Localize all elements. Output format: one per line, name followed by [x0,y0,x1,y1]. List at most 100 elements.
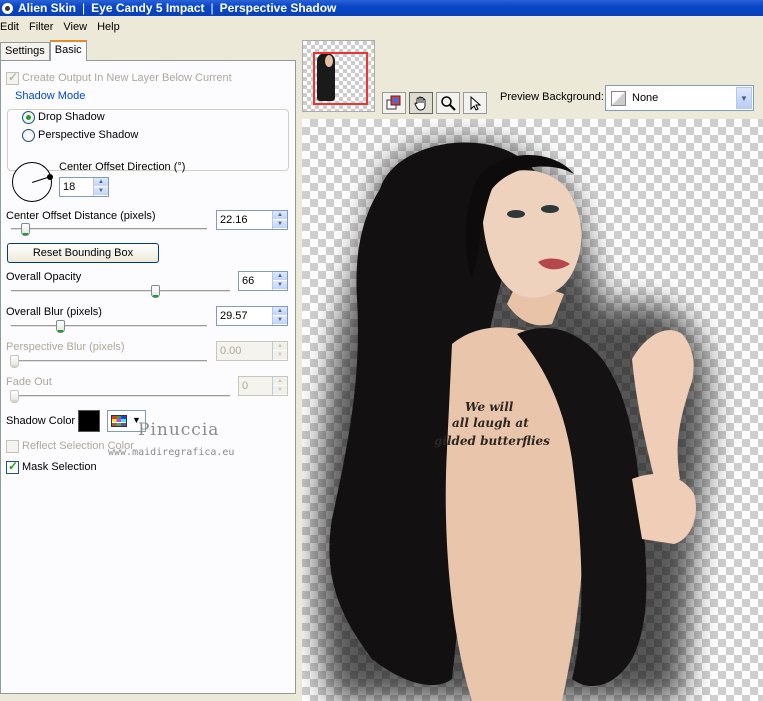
settings-panel: Settings Basic Create Output In New Laye… [0,40,296,694]
overall-blur-label: Overall Blur (pixels) [6,306,102,318]
perspective-blur-thumb[interactable] [10,355,19,368]
alien-skin-logo-icon [2,2,13,14]
spin-down-icon[interactable]: ▼ [273,351,287,360]
overall-blur-track[interactable] [11,325,207,328]
toggle-preview-button[interactable] [382,92,406,114]
navigator-view-rect[interactable] [313,52,368,105]
reset-bounding-box-button[interactable]: Reset Bounding Box [7,243,159,263]
right-eye [541,205,559,213]
perspective-blur-spinner[interactable]: 0.00 ▲ ▼ [216,341,288,361]
spin-down-icon[interactable]: ▼ [273,386,287,395]
spin-down-icon[interactable]: ▼ [273,220,287,229]
overall-opacity-track[interactable] [11,290,230,293]
spinner-value[interactable]: 66 [239,272,272,290]
spinner-buttons[interactable]: ▲ ▼ [93,178,108,196]
spinner-buttons[interactable]: ▲ ▼ [272,377,287,395]
spin-up-icon[interactable]: ▲ [273,307,287,316]
preview-image: We will all laugh at gilded butterflies [316,142,709,701]
direction-dial[interactable] [12,162,53,202]
fade-out-label: Fade Out [6,376,52,388]
drop-shadow-radio[interactable] [22,111,35,124]
preview-background-label: Preview Background: [500,91,604,103]
zoom-tool-button[interactable] [436,92,460,114]
dial-knob[interactable] [47,174,53,180]
perspective-shadow-radio[interactable] [22,129,35,142]
mask-selection-label: Mask Selection [22,461,97,473]
overall-opacity-thumb[interactable] [151,285,160,298]
mask-selection-checkbox[interactable] [6,459,19,474]
menu-bar: Edit Filter View Help [0,17,763,36]
drop-shadow-label: Drop Shadow [38,111,105,123]
center-offset-distance-thumb[interactable] [21,223,30,236]
magnifier-icon [441,96,456,111]
reflect-selection-checkbox[interactable] [6,440,19,453]
title-app: Alien Skin [18,1,77,15]
menu-view[interactable]: View [63,21,97,33]
perspective-blur-track[interactable] [11,360,207,363]
overall-opacity-spinner[interactable]: 66 ▲ ▼ [238,271,288,291]
center-offset-distance-label: Center Offset Distance (pixels) [6,210,156,222]
title-separator: | [210,1,214,15]
shadow-mode-legend: Shadow Mode [13,90,88,102]
palette-icon [111,415,127,427]
fade-out-thumb[interactable] [10,390,19,403]
spin-up-icon[interactable]: ▲ [273,211,287,220]
arrow-pointer-icon [470,95,482,111]
overall-blur-spinner[interactable]: 29.57 ▲ ▼ [216,306,288,326]
center-offset-direction-spinner[interactable]: 18 ▲ ▼ [59,177,109,197]
spinner-value[interactable]: 0 [239,377,272,395]
menu-help[interactable]: Help [97,21,130,33]
watermark-name: Pinuccia [138,420,220,440]
left-eye [507,210,525,218]
tattoo-line-1: We will [465,400,514,414]
watermark-site: www.maidiregrafica.eu [108,447,235,458]
tab-basic[interactable]: Basic [49,40,87,61]
overall-opacity-label: Overall Opacity [6,271,82,283]
menu-edit[interactable]: Edit [0,21,29,33]
spinner-value[interactable]: 18 [60,178,93,196]
center-offset-distance-track[interactable] [11,228,207,231]
tab-strip: Settings Basic [0,40,87,61]
spin-up-icon[interactable]: ▲ [273,377,287,386]
spin-up-icon[interactable]: ▲ [94,178,108,187]
spinner-buttons[interactable]: ▲ ▼ [272,307,287,325]
spinner-value[interactable]: 0.00 [217,342,272,360]
select-tool-button[interactable] [463,92,487,114]
tab-settings[interactable]: Settings [0,42,50,61]
chevron-down-icon[interactable]: ▼ [736,87,752,109]
spinner-buttons[interactable]: ▲ ▼ [272,342,287,360]
preview-canvas[interactable]: We will all laugh at gilded butterflies [302,119,763,701]
spinner-buttons[interactable]: ▲ ▼ [272,272,287,290]
spin-down-icon[interactable]: ▼ [273,281,287,290]
navigator-thumbnail[interactable] [302,40,375,112]
shadow-color-swatch[interactable] [78,410,100,432]
preview-toggle-icon [386,95,401,110]
hand-tool-button[interactable] [409,92,433,114]
title-product: Eye Candy 5 Impact [91,1,205,15]
spin-up-icon[interactable]: ▲ [273,272,287,281]
spinner-value[interactable]: 22.16 [217,211,272,229]
preview-background-value: None [632,92,659,104]
fade-out-spinner[interactable]: 0 ▲ ▼ [238,376,288,396]
spinner-value[interactable]: 29.57 [217,307,272,325]
create-output-label: Create Output In New Layer Below Current [22,72,232,84]
spin-up-icon[interactable]: ▲ [273,342,287,351]
center-offset-distance-spinner[interactable]: 22.16 ▲ ▼ [216,210,288,230]
preview-background-select[interactable]: None ▼ [605,85,754,111]
spin-down-icon[interactable]: ▼ [94,187,108,196]
menu-filter[interactable]: Filter [29,21,63,33]
title-filter: Perspective Shadow [219,1,337,15]
overall-blur-thumb[interactable] [56,320,65,333]
spinner-buttons[interactable]: ▲ ▼ [272,211,287,229]
center-offset-direction-label: Center Offset Direction (°) [59,161,186,173]
tattoo-line-2: all laugh at [452,416,529,430]
fade-out-track[interactable] [11,395,230,398]
perspective-blur-label: Perspective Blur (pixels) [6,341,125,353]
spin-down-icon[interactable]: ▼ [273,316,287,325]
shadow-color-label: Shadow Color [6,415,76,427]
background-swatch-icon [611,90,626,106]
create-output-checkbox[interactable] [6,70,19,85]
perspective-shadow-label: Perspective Shadow [38,129,139,141]
title-bar: Alien Skin | Eye Candy 5 Impact | Perspe… [0,0,763,16]
title-separator: | [82,1,86,15]
